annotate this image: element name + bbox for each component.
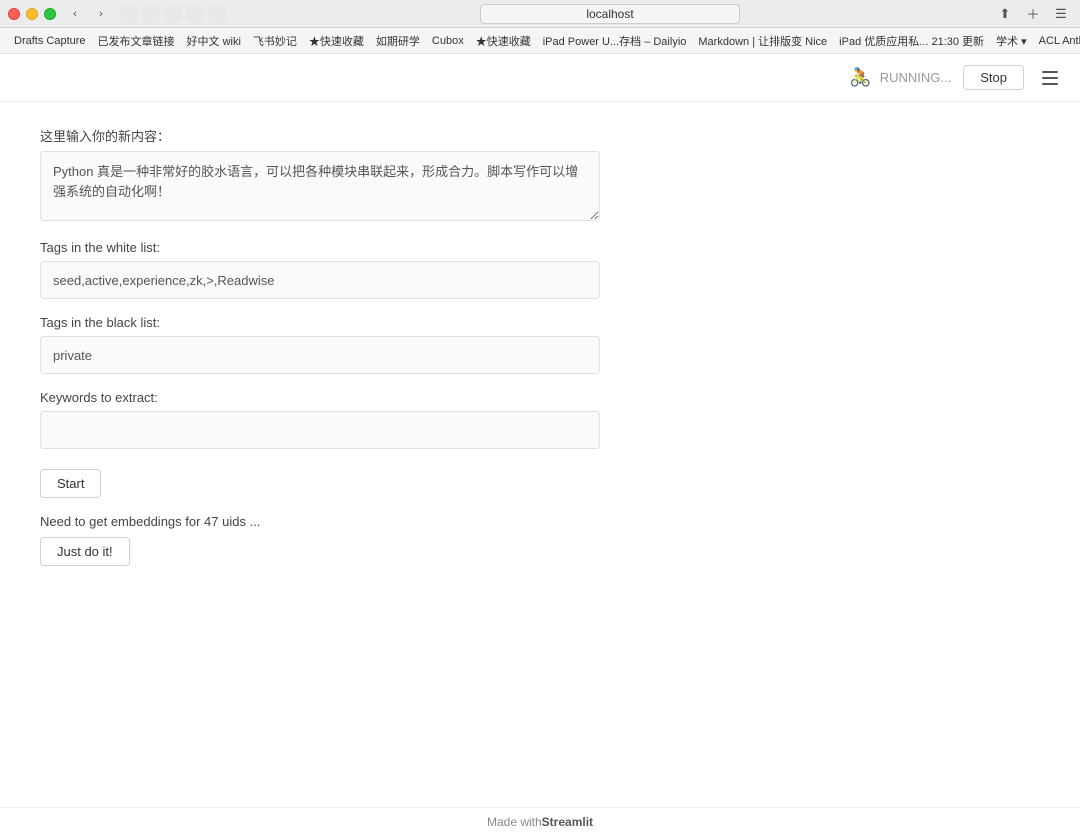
bookmark-cubox[interactable]: Cubox [426, 33, 470, 49]
bookmark-ipad-apps[interactable]: iPad 优质应用私... 21:30 更新 [833, 31, 990, 51]
new-tab-button[interactable]: ＋ [1022, 5, 1044, 23]
bookmark-knowledge[interactable]: 如期研学 [370, 31, 426, 51]
running-indicator: 🚴 RUNNING... [849, 67, 951, 88]
embeddings-section: Need to get embeddings for 47 uids ... J… [40, 514, 1040, 566]
nav-buttons: ‹ › [64, 5, 112, 23]
bookmark-quick-save[interactable]: ★快速收藏 [303, 31, 370, 51]
whitelist-section: Tags in the white list: [40, 240, 1040, 299]
address-bar: localhost [306, 4, 914, 24]
app-footer: Made with Streamlit [0, 807, 1080, 835]
address-input[interactable]: localhost [480, 4, 740, 24]
main-content: 这里输入你的新内容： Python 真是一种非常好的胶水语言，可以把各种模块串联… [0, 102, 1080, 807]
bookmark-feishu[interactable]: 飞书妙记 [247, 31, 303, 51]
bookmark-acl[interactable]: ACL Anthology [1033, 33, 1080, 49]
bookmark-academic[interactable]: 学术 ▾ [990, 31, 1033, 51]
blacklist-input[interactable] [40, 336, 600, 374]
title-bar: ‹ › localhost ⬆ ＋ ☰ [0, 0, 1080, 28]
title-bar-right: ⬆ ＋ ☰ [994, 5, 1072, 23]
bookmark-quick-save2[interactable]: ★快速收藏 [470, 31, 537, 51]
content-label: 这里输入你的新内容： [40, 126, 1040, 145]
tab-icon-5 [208, 5, 226, 23]
forward-button[interactable]: › [90, 5, 112, 23]
traffic-lights [8, 8, 56, 20]
start-section: Start [40, 465, 1040, 498]
bookmark-drafts-capture[interactable]: Drafts Capture [8, 33, 92, 49]
tab-icon-2 [142, 5, 160, 23]
just-do-button[interactable]: Just do it! [40, 537, 130, 566]
close-button[interactable] [8, 8, 20, 20]
back-button[interactable]: ‹ [64, 5, 86, 23]
keywords-section: Keywords to extract: [40, 390, 1040, 449]
content-textarea[interactable]: Python 真是一种非常好的胶水语言，可以把各种模块串联起来，形成合力。脚本写… [40, 151, 600, 221]
bookmark-published[interactable]: 已发布文章链接 [92, 31, 181, 51]
menu-line-3 [1042, 83, 1058, 85]
tab-icon-4 [186, 5, 204, 23]
menu-line-2 [1042, 77, 1058, 79]
bookmarks-bar: Drafts Capture 已发布文章链接 好中文 wiki 飞书妙记 ★快速… [0, 28, 1080, 54]
blacklist-label: Tags in the black list: [40, 315, 1040, 330]
share-button[interactable]: ⬆ [994, 5, 1016, 23]
bookmark-markdown[interactable]: Markdown | 让排版变 Nice [692, 31, 833, 51]
bookmark-ipad-power[interactable]: iPad Power U...存档 – Dailyio [537, 31, 693, 51]
bookmark-chinese-wiki[interactable]: 好中文 wiki [181, 31, 247, 51]
hamburger-menu[interactable] [1036, 64, 1064, 92]
tab-icon-3 [164, 5, 182, 23]
whitelist-input[interactable] [40, 261, 600, 299]
stop-button[interactable]: Stop [963, 65, 1024, 90]
whitelist-label: Tags in the white list: [40, 240, 1040, 255]
tab-icons [120, 5, 226, 23]
maximize-button[interactable] [44, 8, 56, 20]
footer-made-with: Made with [487, 815, 542, 829]
content-section: 这里输入你的新内容： Python 真是一种非常好的胶水语言，可以把各种模块串联… [40, 126, 1040, 224]
keywords-label: Keywords to extract: [40, 390, 1040, 405]
bike-icon: 🚴 [849, 67, 871, 88]
embeddings-text: Need to get embeddings for 47 uids ... [40, 514, 1040, 529]
menu-line-1 [1042, 71, 1058, 73]
sidebar-toggle-button[interactable]: ☰ [1050, 5, 1072, 23]
app-header: 🚴 RUNNING... Stop [0, 54, 1080, 102]
keywords-input[interactable] [40, 411, 600, 449]
tab-icon-1 [120, 5, 138, 23]
footer-brand: Streamlit [542, 815, 593, 829]
blacklist-section: Tags in the black list: [40, 315, 1040, 374]
start-button[interactable]: Start [40, 469, 101, 498]
running-text: RUNNING... [880, 70, 952, 85]
minimize-button[interactable] [26, 8, 38, 20]
